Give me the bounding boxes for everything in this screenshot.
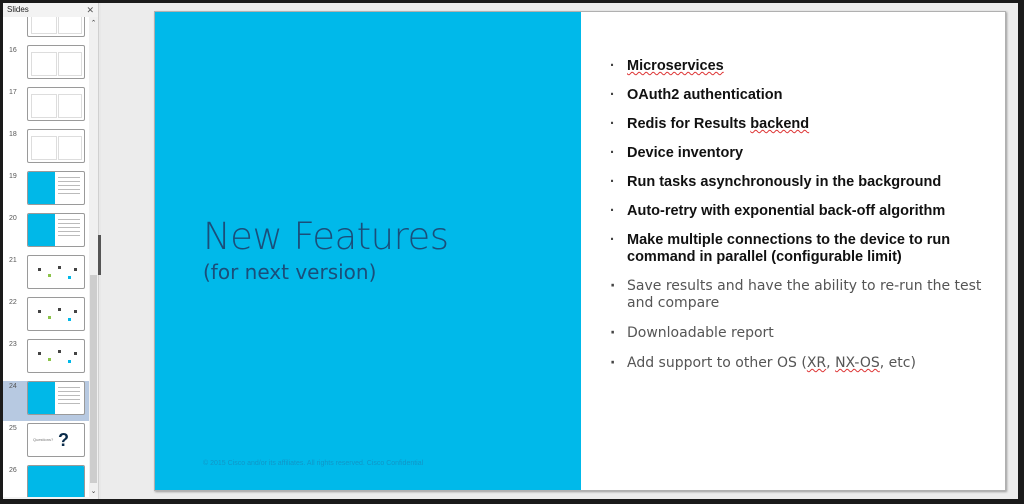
- slide-number: 19: [9, 173, 17, 180]
- slide-thumbnail-image[interactable]: [27, 297, 85, 331]
- question-mark-icon: ?: [58, 430, 69, 450]
- slide-thumbnail-19[interactable]: 19: [3, 171, 89, 211]
- bullet-item[interactable]: Device inventory: [610, 145, 995, 162]
- spellcheck-flagged-word: XR: [806, 355, 827, 371]
- slide-thumbnail-list: 16 17 18 19 20 21 22 23 24 25 Questions?? 26: [3, 17, 89, 497]
- scrollbar-thumb[interactable]: [90, 275, 97, 483]
- slide-thumbnail-image[interactable]: [27, 129, 85, 163]
- bullet-text: Save results and have the ability to re-…: [627, 278, 982, 311]
- bullet-item[interactable]: Make multiple connections to the device …: [610, 232, 995, 266]
- bullet-item[interactable]: Add support to other OS (XR, NX-OS, etc): [610, 355, 995, 372]
- bullet-text: OAuth2 authentication: [627, 87, 783, 103]
- slides-pane-title: Slides: [7, 5, 29, 14]
- slide-thumbnail-image[interactable]: Questions??: [27, 423, 85, 457]
- slide-thumbnail-image[interactable]: [27, 17, 85, 37]
- slide-thumbnail-18[interactable]: 18: [3, 129, 89, 169]
- slide-number: 21: [9, 257, 17, 264]
- bullet-text: Add support to other OS (: [627, 355, 807, 371]
- bullet-text: Auto-retry with exponential back-off alg…: [627, 203, 946, 219]
- current-slide[interactable]: New Features (for next version) © 2015 C…: [154, 11, 1006, 491]
- slide-thumbnail-image[interactable]: [27, 171, 85, 205]
- slide-footer: © 2015 Cisco and/or its affiliates. All …: [203, 460, 424, 467]
- slides-pane: Slides ✕ 16 17 18 19 20 21 22 23 24 25 Questions??…: [3, 3, 99, 499]
- slide-number: 18: [9, 131, 17, 138]
- close-icon[interactable]: ✕: [86, 3, 94, 17]
- slide-thumbnail-21[interactable]: 21: [3, 255, 89, 295]
- slide-thumbnail-20[interactable]: 20: [3, 213, 89, 253]
- slide-thumbnail-image[interactable]: [27, 465, 85, 497]
- slide-thumbnail-17[interactable]: 17: [3, 87, 89, 127]
- slides-pane-header: Slides ✕: [3, 3, 98, 17]
- bullet-item[interactable]: OAuth2 authentication: [610, 87, 995, 104]
- spellcheck-flagged-word: NX-OS: [835, 355, 880, 371]
- bullet-item[interactable]: Redis for Results backend: [610, 116, 995, 133]
- slides-scrollbar[interactable]: ⌃ ⌄: [89, 17, 98, 497]
- slide-thumbnail-23[interactable]: 23: [3, 339, 89, 379]
- slide-number: 16: [9, 47, 17, 54]
- slide-thumbnail-26[interactable]: 26: [3, 465, 89, 497]
- slide-thumbnail-24[interactable]: 24: [3, 381, 89, 421]
- bullet-item[interactable]: Microservices: [610, 58, 995, 75]
- bullet-text: Device inventory: [627, 145, 744, 161]
- scroll-up-icon[interactable]: ⌃: [89, 19, 98, 29]
- slide-editing-area: New Features (for next version) © 2015 C…: [101, 3, 1018, 499]
- thumbnail-label: Questions?: [33, 437, 54, 442]
- bullet-item[interactable]: Auto-retry with exponential back-off alg…: [610, 203, 995, 220]
- slide-thumbnail-image[interactable]: [27, 45, 85, 79]
- slide-number: 25: [9, 425, 17, 432]
- bullet-list[interactable]: Microservices OAuth2 authentication Redi…: [610, 58, 995, 385]
- bullet-item[interactable]: Downloadable report: [610, 325, 995, 342]
- slide-accent-panel: New Features (for next version) © 2015 C…: [155, 12, 581, 490]
- bullet-item[interactable]: Run tasks asynchronously in the backgrou…: [610, 174, 995, 191]
- slide-number: 20: [9, 215, 17, 222]
- slide-number: 22: [9, 299, 17, 306]
- slide-thumbnail-image[interactable]: [27, 255, 85, 289]
- scroll-down-icon[interactable]: ⌄: [89, 487, 98, 497]
- spellcheck-flagged-word: backend: [750, 116, 810, 132]
- bullet-text: Microservices: [627, 58, 724, 74]
- bullet-text: ,: [826, 355, 836, 371]
- bullet-item[interactable]: Save results and have the ability to re-…: [610, 278, 995, 312]
- slide-thumbnail-image[interactable]: [27, 87, 85, 121]
- slide-subtitle[interactable]: (for next version): [203, 260, 376, 284]
- bullet-text: Run tasks asynchronously in the backgrou…: [627, 174, 942, 190]
- slide-thumbnail-25[interactable]: 25 Questions??: [3, 423, 89, 463]
- slide-thumbnail-22[interactable]: 22: [3, 297, 89, 337]
- bullet-text: , etc): [879, 355, 916, 371]
- slide-thumbnail-image[interactable]: [27, 213, 85, 247]
- slide-title[interactable]: New Features: [203, 215, 449, 258]
- bullet-text: Redis for Results: [627, 116, 751, 132]
- slide-thumbnail-partial[interactable]: [3, 17, 89, 43]
- slide-thumbnail-image[interactable]: [27, 339, 85, 373]
- slide-thumbnail-16[interactable]: 16: [3, 45, 89, 85]
- slide-thumbnail-image[interactable]: [27, 381, 85, 415]
- slide-number: 17: [9, 89, 17, 96]
- slide-number: 23: [9, 341, 17, 348]
- slide-number: 26: [9, 467, 17, 474]
- bullet-text: Make multiple connections to the device …: [627, 232, 951, 265]
- bullet-text: Downloadable report: [627, 325, 774, 341]
- slide-number: 24: [9, 383, 17, 390]
